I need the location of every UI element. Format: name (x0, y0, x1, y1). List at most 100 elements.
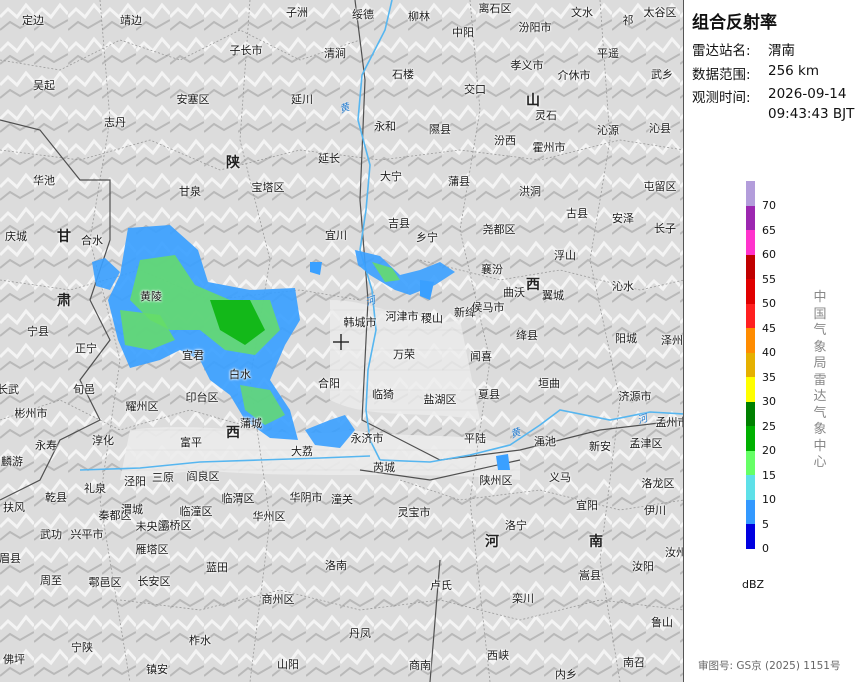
legend-swatch (746, 279, 755, 304)
place-label: 大荔 (291, 445, 313, 458)
place-label: 芮城 (373, 461, 395, 474)
place-label: 宁县 (27, 325, 49, 338)
place-label: 济源市 (618, 390, 652, 403)
place-label: 丹凤 (349, 627, 371, 640)
legend-label: 40 (762, 346, 776, 359)
place-label: 闻喜 (470, 350, 492, 363)
place-label: 兴平市 (70, 528, 104, 541)
legend-swatch (746, 524, 755, 549)
place-label: 西峡 (487, 649, 509, 662)
place-label: 屯留区 (643, 180, 677, 193)
place-label: 韩城市 (343, 316, 377, 329)
place-label: 长子 (654, 222, 676, 235)
place-label: 洛龙区 (641, 477, 675, 490)
range-value: 256 km (768, 63, 820, 79)
place-label: 庆城 (5, 230, 27, 243)
legend-label: 10 (762, 493, 776, 506)
place-label: 富平 (180, 436, 202, 449)
place-label: 大宁 (380, 170, 402, 183)
place-label: 山阳 (277, 658, 299, 671)
place-label: 华阴市 (289, 491, 323, 504)
place-label: 雁塔区 (135, 543, 169, 556)
legend-swatch (746, 352, 755, 377)
place-label: 垣曲 (538, 377, 560, 390)
place-label: 礼泉 (84, 482, 106, 495)
province-label: 南 (589, 534, 603, 550)
place-label: 宜阳 (576, 499, 598, 512)
place-label: 乾县 (45, 491, 67, 504)
time-date: 2026-09-14 (768, 86, 847, 102)
place-label: 文水 (571, 6, 593, 19)
place-label: 祁 (622, 14, 634, 27)
province-label: 山 (526, 93, 540, 109)
legend-swatch (746, 181, 755, 206)
place-label: 浮山 (554, 249, 576, 262)
place-label: 汝州 (665, 546, 683, 559)
place-label: 武乡 (651, 68, 673, 81)
station-label: 雷达站名: (692, 43, 751, 59)
legend-label: 15 (762, 468, 776, 482)
province-label: 河 (485, 534, 499, 550)
place-label: 盐湖区 (423, 393, 457, 406)
place-label: 泾阳 (124, 475, 146, 488)
place-label: 襄汾 (481, 263, 503, 276)
place-label: 乡宁 (416, 231, 438, 244)
legend-label: 60 (762, 248, 776, 261)
place-label: 洛南 (325, 559, 347, 572)
place-label: 宜川 (325, 229, 347, 242)
legend-label: 50 (762, 297, 776, 310)
legend-unit: dBZ (742, 578, 765, 591)
place-label: 汾阳市 (518, 21, 552, 34)
radar-map[interactable]: 定边 靖边 子洲 绥德 柳林 离石区 汾阳市 文水祁太谷区 子长市 清涧 中阳 孝义市 平遥 武乡 吴起 安塞… (0, 0, 684, 682)
place-label: 中阳 (452, 26, 474, 39)
place-label: 永济市 (350, 432, 384, 445)
place-label: 甘泉 (179, 185, 201, 198)
place-label: 汝阳 (632, 560, 654, 573)
time-label: 观测时间: (692, 90, 751, 106)
place-label: 宝塔区 (251, 181, 285, 194)
place-label: 子洲 (286, 6, 308, 19)
place-label: 佛坪 (3, 653, 25, 666)
legend-label: 65 (762, 223, 776, 237)
place-label: 白水 (229, 368, 251, 381)
place-label: 合阳 (318, 377, 340, 390)
place-label: 霍州市 (532, 141, 566, 154)
place-label: 临猗 (372, 388, 394, 401)
place-label: 永寿 (35, 439, 57, 452)
place-label: 孝义市 (510, 59, 544, 72)
place-label: 正宁 (75, 342, 97, 355)
place-label: 河津市 (385, 310, 419, 323)
place-label: 翼城 (542, 289, 564, 302)
place-label: 内乡 (555, 668, 577, 681)
place-label: 潼关 (331, 493, 353, 506)
legend-swatch (746, 475, 755, 500)
place-label: 麟游 (1, 455, 23, 468)
place-label: 石楼 (392, 68, 414, 81)
place-label: 洛宁 (505, 519, 527, 532)
place-label: 延长 (318, 152, 340, 165)
place-label: 合水 (81, 234, 103, 247)
place-label: 夏县 (478, 388, 500, 401)
province-label: 肃 (57, 293, 71, 309)
place-label: 南召 (623, 656, 645, 669)
place-label: 古县 (566, 207, 588, 220)
place-label: 宜君 (182, 349, 204, 362)
place-label: 阳城 (615, 332, 637, 345)
place-label: 鲁山 (651, 616, 673, 629)
place-label: 平遥 (597, 47, 619, 60)
place-label: 商南 (409, 659, 431, 672)
place-label: 渑池 (534, 435, 556, 448)
legend-swatch (746, 499, 755, 524)
place-label: 蒲县 (448, 175, 470, 188)
place-label: 沁水 (612, 280, 634, 293)
legend-label: 45 (762, 321, 776, 335)
time-row: 观测时间: 2026-09-14 (692, 86, 846, 106)
legend-label: 5 (762, 517, 769, 531)
place-label: 蓝田 (206, 561, 228, 574)
place-label: 交口 (464, 83, 486, 96)
place-label: 沁县 (649, 122, 671, 135)
place-label: 介休市 (557, 69, 591, 82)
place-label: 镇安 (146, 663, 168, 676)
province-label: 西 (226, 425, 240, 441)
place-label: 淳化 (92, 434, 114, 447)
